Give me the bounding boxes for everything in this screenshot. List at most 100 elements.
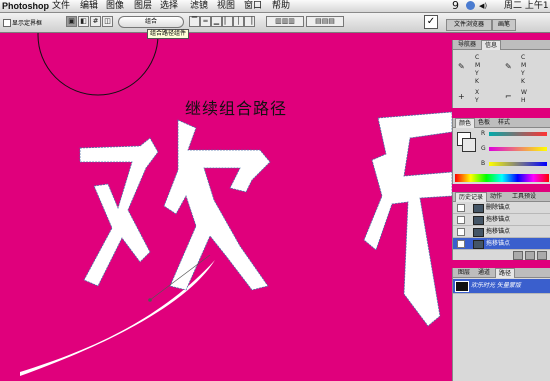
tab-brushes[interactable]: 画笔 [492,19,516,31]
history-row[interactable]: 删除锚点 [453,202,550,214]
tab-styles[interactable]: 样式 [495,118,513,127]
crosshair-icon: + [458,92,465,101]
history-row-label: 拖移锚点 [486,228,511,235]
menu-file[interactable]: 文件 [52,0,70,12]
path-row-label: 欢乐时光 矢量蒙版 [471,282,521,289]
history-step-icon [473,240,484,249]
options-bar: 显示定界框 ▣ ◧ # ◫ 组合 ▔ ═ ▁ ▏ │ ▕ ▥▥▥ ▤▤▤ ✓ 文… [0,13,550,33]
tab-layers[interactable]: 图层 [455,268,473,277]
info-y-label: Y [475,70,479,77]
info-panel-tabs: 导航器 信息 [453,40,550,50]
menu-window[interactable]: 窗口 [244,0,262,12]
add-shape-icon[interactable]: ▣ [66,16,77,27]
slider-r[interactable] [489,132,547,136]
trash-icon[interactable] [537,251,547,260]
tab-channels[interactable]: 通道 [475,268,493,277]
menu-edit[interactable]: 编辑 [80,0,98,12]
channel-g-label: G [481,145,486,152]
align-center-icon[interactable]: │ [233,16,244,27]
new-document-icon[interactable] [525,251,535,260]
path-thumbnail [455,281,469,292]
magnifier-circle [37,33,159,96]
menu-select[interactable]: 选择 [160,0,178,12]
slider-b[interactable] [489,162,547,166]
slider-g[interactable] [489,147,547,151]
info-h-label: H [521,97,526,104]
eyedropper-icon-2: ✎ [505,62,512,71]
clock[interactable]: 周二 上午1 [504,0,549,12]
tab-tool-presets[interactable]: 工具预设 [509,192,539,201]
show-bbox-label: 显示定界框 [12,20,43,27]
tab-file-browser[interactable]: 文件浏览器 [446,19,492,31]
menu-filter[interactable]: 滤镜 [190,0,208,12]
background-swatch[interactable] [462,138,476,152]
tab-color[interactable]: 颜色 [455,118,476,128]
color-panel-tabs: 颜色 色板 样式 [453,118,550,128]
tab-paths[interactable]: 路径 [495,268,516,278]
history-panel-tabs: 历史记录 动作 工具预设 [453,192,550,202]
show-bbox-checkbox[interactable] [3,19,11,27]
commit-checkbox[interactable]: ✓ [424,15,438,29]
channel-r-label: R [481,130,486,137]
info-c-label: C [475,54,480,61]
tab-info[interactable]: 信息 [481,40,502,50]
info-w-label: W [521,89,527,96]
history-source-checkbox[interactable] [457,216,465,224]
tab-swatches[interactable]: 色板 [475,118,493,127]
align-right-icon[interactable]: ▕ [244,16,255,27]
tab-navigator[interactable]: 导航器 [455,40,479,49]
history-panel: 历史记录 动作 工具预设 删除锚点 拖移锚点 拖移锚点 拖移锚点 [452,192,550,260]
status-badge: 9 [452,0,459,12]
history-row[interactable]: 拖移锚点 [453,226,550,238]
distribute-horizontal-icon[interactable]: ▤▤▤ [306,16,344,27]
history-step-icon [473,228,484,237]
tooltip: 组合路径组件 [147,29,190,39]
flag-icon[interactable] [466,1,475,10]
app-menu[interactable]: Photoshop [2,0,49,12]
info-panel: 导航器 信息 ✎ C M Y K ✎ C M Y K + X Y ⌐ W H [452,40,550,108]
glyph-le [363,111,452,327]
exclude-shape-icon[interactable]: ◫ [102,16,113,27]
history-row-label: 拖移锚点 [486,240,511,247]
info-c-label-2: C [521,54,526,61]
path-row[interactable]: 欢乐时光 矢量蒙版 [453,279,550,294]
document-canvas[interactable]: 继续组合路径 [0,33,452,381]
history-source-checkbox[interactable] [457,228,465,236]
align-middle-icon[interactable]: ═ [200,16,211,27]
spectrum-bar[interactable] [455,174,549,182]
menu-help[interactable]: 帮助 [272,0,290,12]
history-source-checkbox[interactable] [457,204,465,212]
history-step-icon [473,216,484,225]
tab-history[interactable]: 历史记录 [455,192,488,202]
channel-b-label: B [481,160,486,167]
align-top-icon[interactable]: ▔ [189,16,200,27]
subtract-shape-icon[interactable]: ◧ [78,16,89,27]
volume-icon[interactable]: ◀) [479,0,487,12]
tab-actions[interactable]: 动作 [487,192,505,201]
menu-image[interactable]: 图像 [106,0,124,12]
color-panel: 颜色 色板 样式 R G B [452,118,550,184]
info-m-label: M [475,62,481,69]
bounds-icon: ⌐ [505,92,512,101]
history-row-selected[interactable]: 拖移锚点 [453,238,550,250]
intersect-shape-icon[interactable]: # [90,16,101,27]
info-m-label-2: M [521,62,527,69]
menu-view[interactable]: 视图 [217,0,235,12]
align-left-icon[interactable]: ▏ [222,16,233,27]
combine-button[interactable]: 组合 [118,16,184,28]
new-snapshot-icon[interactable] [513,251,523,260]
paths-panel-tabs: 图层 通道 路径 [453,268,550,278]
menu-layer[interactable]: 图层 [134,0,152,12]
info-y-coord-label: Y [475,97,479,104]
eyedropper-icon: ✎ [458,62,465,71]
align-bottom-icon[interactable]: ▁ [211,16,222,27]
info-k-label: K [475,78,479,85]
info-k-label-2: K [521,78,525,85]
history-step-icon [473,204,484,213]
history-row-label: 删除锚点 [486,204,511,211]
history-row[interactable]: 拖移锚点 [453,214,550,226]
info-x-label: X [475,89,480,96]
anchor-point [148,298,152,302]
history-source-checkbox[interactable] [457,240,465,248]
distribute-icon[interactable]: ▥▥▥ [266,16,304,27]
